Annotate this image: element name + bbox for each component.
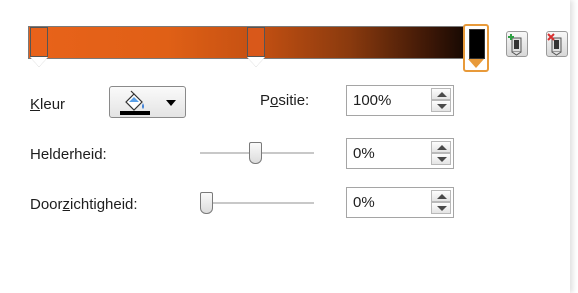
color-label: Kleur <box>30 96 65 113</box>
remove-stop-button[interactable] <box>546 31 568 57</box>
brightness-value[interactable]: 0% <box>353 145 375 162</box>
position-value[interactable]: 100% <box>353 92 391 109</box>
remove-stop-icon <box>547 33 562 56</box>
transparency-spinner[interactable]: 0% <box>346 187 454 218</box>
position-label: Positie: <box>260 92 309 109</box>
brightness-label: Helderheid: <box>30 146 107 163</box>
transparency-value[interactable]: 0% <box>353 194 375 211</box>
gradient-stop-3-tip <box>468 59 484 68</box>
position-spinner[interactable]: 100% <box>346 85 454 116</box>
spin-up-icon <box>437 92 447 97</box>
brightness-up-button[interactable] <box>431 141 451 153</box>
chevron-down-icon <box>166 100 176 106</box>
spin-up-icon <box>437 145 447 150</box>
transparency-slider-track[interactable] <box>200 202 314 205</box>
transparency-up-button[interactable] <box>431 190 451 202</box>
brightness-slider-thumb[interactable] <box>249 142 262 164</box>
transparency-label-rest: ichtigheid: <box>70 196 138 213</box>
position-label-pre: P <box>260 92 271 109</box>
gradient-stop-3-selected[interactable] <box>463 24 489 72</box>
transparency-label: Doorzichtigheid: <box>30 196 138 213</box>
spin-down-icon <box>437 157 447 162</box>
gradient-stop-3-swatch <box>469 29 485 59</box>
spin-up-icon <box>437 194 447 199</box>
brightness-spinner[interactable]: 0% <box>346 138 454 169</box>
color-picker-button[interactable] <box>109 86 186 118</box>
add-stop-button[interactable] <box>506 31 528 57</box>
add-stop-icon <box>508 34 522 56</box>
transparency-slider-thumb[interactable] <box>200 192 213 214</box>
transparency-down-button[interactable] <box>431 202 451 214</box>
brightness-down-button[interactable] <box>431 153 451 165</box>
spin-down-icon <box>437 104 447 109</box>
position-down-button[interactable] <box>431 100 451 112</box>
color-label-hotkey: K <box>30 96 41 113</box>
spin-down-icon <box>437 206 447 211</box>
gradient-stop-1-swatch <box>30 27 48 67</box>
gradient-stop-2-swatch <box>247 27 265 67</box>
gradient-stops-panel: Kleur Positie: 100% Helderheid: 0% Doorz… <box>0 0 570 293</box>
position-label-rest: sitie: <box>278 92 310 109</box>
transparency-label-pre: Door <box>30 196 63 213</box>
color-label-rest: leur <box>40 96 66 113</box>
position-up-button[interactable] <box>431 88 451 100</box>
paint-bucket-icon <box>120 90 150 115</box>
transparency-label-hotkey: z <box>62 196 71 213</box>
